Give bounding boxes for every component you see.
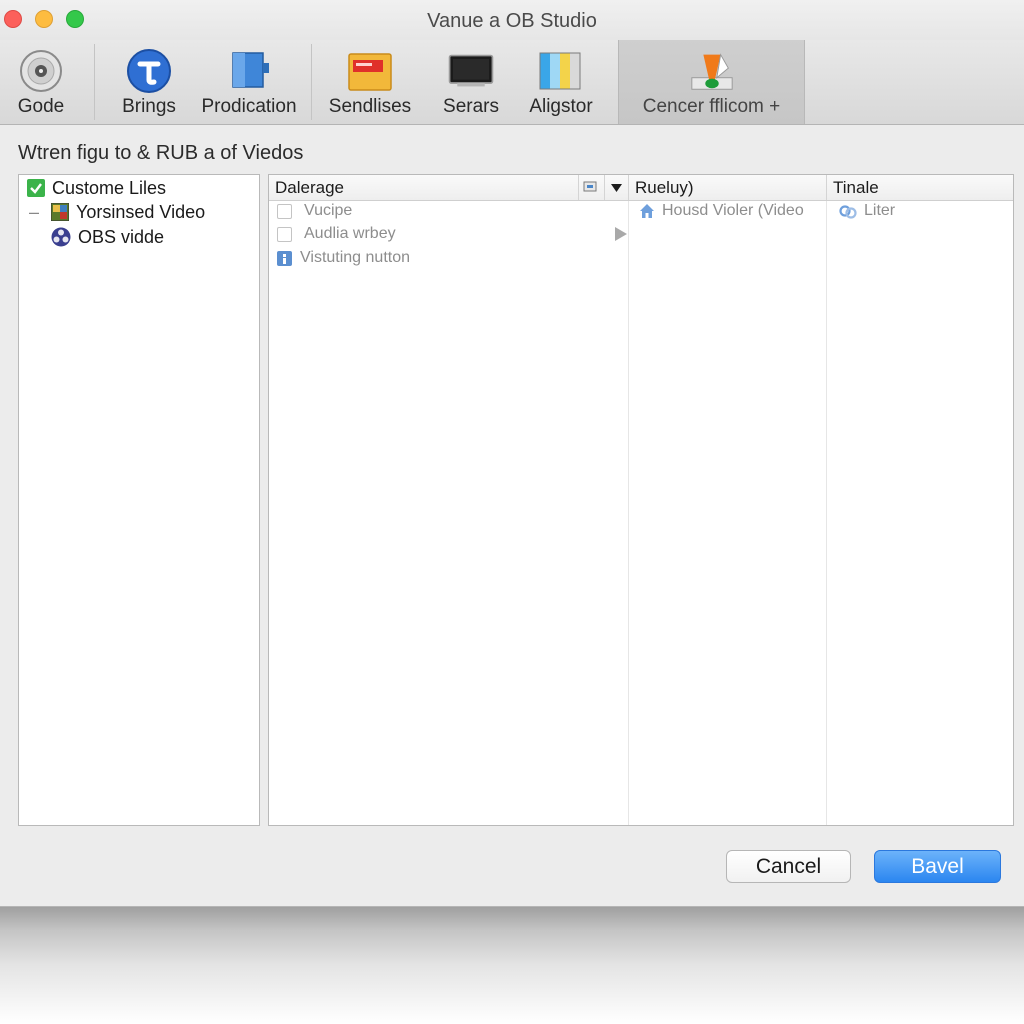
sidebar-item-obs-vidde[interactable]: OBS vidde — [51, 225, 164, 249]
table-panel: Dalerage Rueluy) Tinale Vucipe Audlia wr… — [268, 174, 1014, 826]
image-icon — [50, 202, 70, 222]
row-label: Vistuting nutton — [300, 249, 411, 266]
toolbar-item-serars[interactable]: Serars — [432, 40, 510, 124]
toolbar-item-brings[interactable]: Brings — [110, 40, 188, 124]
disclosure-arrow-icon[interactable] — [615, 227, 627, 246]
title-bar: Vanue a OB Studio — [0, 0, 1024, 40]
color-bars-icon — [537, 48, 585, 94]
row-label: Housd Violer (Video — [662, 202, 804, 219]
column-options-icon[interactable] — [579, 175, 605, 200]
column-header-dalerage[interactable]: Dalerage — [269, 175, 579, 200]
sidebar-item-label: Yorsinsed Video — [76, 201, 206, 222]
cancel-button[interactable]: Cancel — [726, 850, 851, 883]
column-divider — [628, 201, 629, 825]
page-heading: Wtren figu to & RUB a of Viedos — [18, 142, 304, 164]
toolbar-label: Sendlises — [328, 96, 412, 117]
info-icon — [277, 250, 292, 266]
column-header-tinale[interactable]: Tinale — [827, 175, 1013, 200]
toolbar-label: Cencer fflicom + — [642, 96, 781, 117]
table-row[interactable]: Housd Violer (Video — [639, 200, 819, 222]
monitor-icon — [447, 48, 495, 94]
blue-panel-icon — [225, 48, 273, 94]
toolbar-label: Aligstor — [529, 96, 593, 117]
chevron-down-icon[interactable] — [605, 175, 629, 200]
table-row[interactable]: Vistuting nutton — [277, 247, 617, 269]
row-checkbox[interactable] — [277, 226, 292, 242]
row-label: Audlia wrbey — [304, 225, 396, 242]
toolbar-item-cencer[interactable]: Cencer fflicom + — [618, 40, 805, 124]
disc-icon — [17, 48, 65, 94]
toolbar-label: Brings — [122, 96, 176, 117]
toolbar-separator — [94, 44, 95, 120]
window-shadow — [0, 905, 1024, 1024]
row-label: Vucipe — [304, 202, 353, 219]
table-header: Dalerage Rueluy) Tinale — [269, 175, 1013, 201]
link-icon — [839, 203, 857, 219]
tree-dash: – — [29, 201, 40, 222]
row-label: Liter — [864, 202, 896, 219]
row-checkbox[interactable] — [277, 203, 292, 219]
obs-icon — [51, 227, 71, 247]
table-row[interactable]: Liter — [839, 200, 999, 222]
dialog-window: Vanue a OB Studio Gode Brings Prodicatio… — [0, 0, 1024, 907]
home-icon — [639, 203, 655, 219]
vlc-cone-icon — [688, 48, 736, 94]
toolbar-item-gode[interactable]: Gode — [4, 40, 78, 124]
sidebar-item-yorsinsed-video[interactable]: – Yorsinsed Video — [29, 200, 205, 224]
primary-button[interactable]: Bavel — [874, 850, 1001, 883]
toolbar-label: Serars — [443, 96, 499, 117]
window-title: Vanue a OB Studio — [427, 10, 597, 32]
sidebar-item-label: Custome Liles — [52, 177, 167, 198]
sidebar-panel: Custome Liles – Yorsinsed Video OBS vidd… — [18, 174, 260, 826]
blue-t-globe-icon — [125, 48, 173, 94]
toolbar: Gode Brings Prodication Sendlises Serars… — [0, 40, 1024, 125]
toolbar-item-prodication[interactable]: Prodication — [194, 40, 304, 124]
toolbar-item-sendlises[interactable]: Sendlises — [322, 40, 418, 124]
column-divider — [826, 201, 827, 825]
sidebar-item-custome-liles[interactable]: Custome Liles — [27, 176, 166, 200]
folder-icon — [346, 48, 394, 94]
toolbar-label: Gode — [17, 96, 65, 117]
sidebar-item-label: OBS vidde — [78, 226, 165, 247]
table-row[interactable]: Audlia wrbey — [277, 223, 629, 245]
column-header-rueluy[interactable]: Rueluy) — [629, 175, 827, 200]
toolbar-label: Prodication — [201, 96, 297, 117]
toolbar-item-aligstor[interactable]: Aligstor — [518, 40, 604, 124]
table-row[interactable]: Vucipe — [277, 200, 617, 222]
toolbar-separator — [311, 44, 312, 120]
green-check-icon — [27, 179, 45, 197]
